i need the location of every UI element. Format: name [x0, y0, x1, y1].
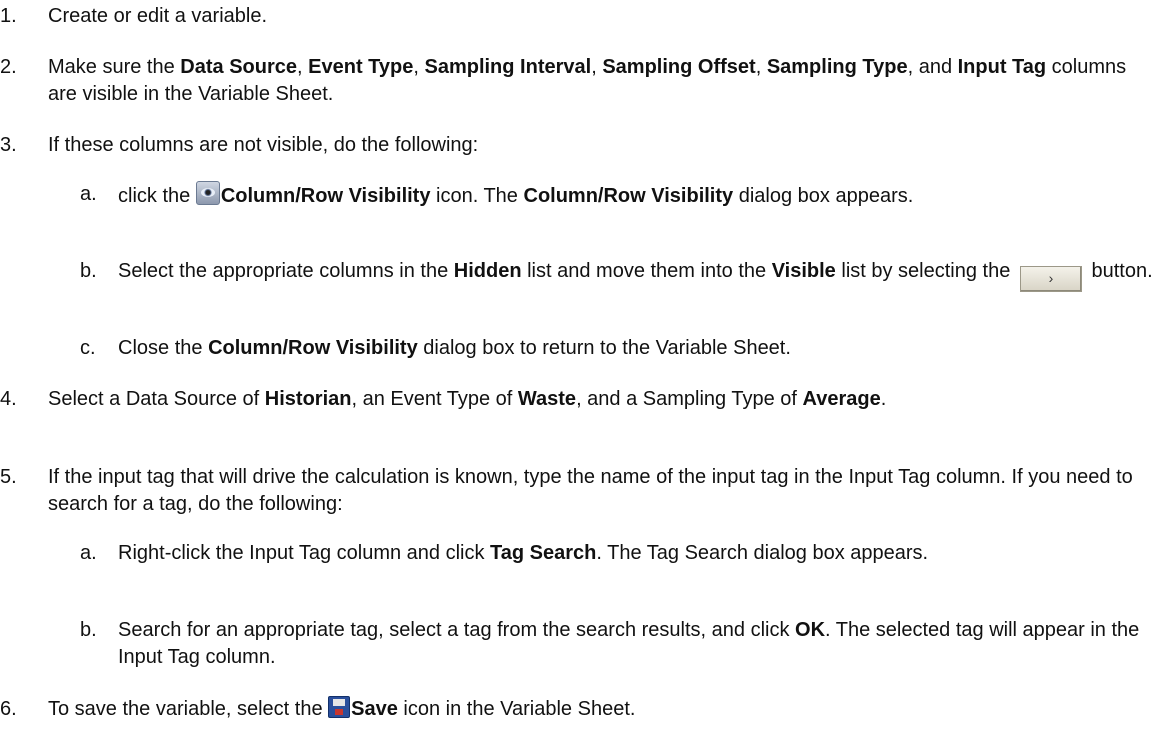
step-text: If these columns are not visible, do the… — [48, 134, 479, 156]
bold-term: OK — [795, 619, 826, 641]
eye-icon — [195, 181, 220, 205]
bold-term: Sampling Interval — [424, 56, 592, 78]
substep-text: Close the Column/Row Visibility dialog b… — [118, 335, 1148, 362]
bold-term: Tag Search — [490, 542, 597, 564]
text-run: icon. The — [430, 185, 524, 207]
step-text: To save the variable, select the Save ic… — [48, 696, 1148, 723]
substep-letter: a. — [80, 183, 97, 205]
text-run: , — [297, 56, 309, 78]
text-run: Search for an appropriate tag, select a … — [118, 619, 796, 641]
bold-term: Data Source — [180, 56, 298, 78]
text-run: Select the appropriate columns in the — [118, 260, 454, 282]
step-text: Select a Data Source of Historian, an Ev… — [48, 386, 1108, 413]
substep-letter: a. — [80, 542, 97, 564]
bold-term: Save — [351, 698, 398, 720]
save-icon — [328, 696, 351, 718]
text-run: Select a Data Source of — [48, 388, 265, 410]
bold-term: Input Tag — [957, 56, 1047, 78]
bold-term: Hidden — [453, 260, 522, 282]
step-number: 2. — [0, 56, 17, 78]
text-run: , — [755, 56, 767, 78]
move-right-button-image: › — [1019, 266, 1082, 292]
text-run: , an Event Type of — [351, 388, 518, 410]
text-run: list and move them into the — [521, 260, 772, 282]
text-run: To save the variable, select the — [48, 698, 329, 720]
text-run: dialog box to return to the Variable She… — [417, 337, 791, 359]
bold-term: Average — [802, 388, 881, 410]
bold-term: Visible — [771, 260, 836, 282]
bold-term: Waste — [517, 388, 577, 410]
text-run: , — [591, 56, 603, 78]
step-number: 5. — [0, 466, 17, 488]
step-text: Make sure the Data Source, Event Type, S… — [48, 54, 1148, 108]
step-text: Create or edit a variable. — [48, 5, 268, 27]
step-text: If the input tag that will drive the cal… — [48, 466, 1133, 515]
bold-term: Column/Row Visibility — [208, 337, 418, 359]
text-run: , — [413, 56, 425, 78]
text-run: Close the — [118, 337, 209, 359]
bold-term: Sampling Offset — [602, 56, 756, 78]
text-run: button. — [1085, 260, 1153, 282]
instruction-document: 1. Create or edit a variable. 2. Make su… — [0, 0, 1163, 745]
text-run: . — [880, 388, 887, 410]
step-number: 6. — [0, 698, 17, 720]
text-run: . The Tag Search dialog box appears. — [596, 542, 929, 564]
bold-term: Column/Row Visibility — [523, 185, 734, 207]
bold-term: Historian — [264, 388, 352, 410]
bold-term: Column/Row Visibility — [220, 185, 431, 207]
substep-letter: c. — [80, 337, 96, 359]
text-run: Right-click the Input Tag column and cli… — [118, 542, 491, 564]
text-run: , and a Sampling Type of — [576, 388, 803, 410]
text-run: , and — [907, 56, 958, 78]
text-run: click the — [118, 185, 196, 207]
substep-text: click the Column/Row Visibility icon. Th… — [118, 181, 1148, 210]
bold-term: Event Type — [308, 56, 414, 78]
text-run: icon in the Variable Sheet. — [397, 698, 636, 720]
substep-text: Right-click the Input Tag column and cli… — [118, 540, 1148, 567]
substep-text: Select the appropriate columns in the Hi… — [80, 258, 1158, 292]
text-run: list by selecting the — [835, 260, 1016, 282]
step-number: 3. — [0, 134, 17, 156]
substep-letter: b. — [80, 619, 97, 641]
text-run: Make sure the — [48, 56, 181, 78]
substep-text: Search for an appropriate tag, select a … — [118, 617, 1148, 671]
step-number: 1. — [0, 5, 17, 27]
step-number: 4. — [0, 388, 17, 410]
bold-term: Sampling Type — [766, 56, 908, 78]
text-run: dialog box appears. — [733, 185, 914, 207]
